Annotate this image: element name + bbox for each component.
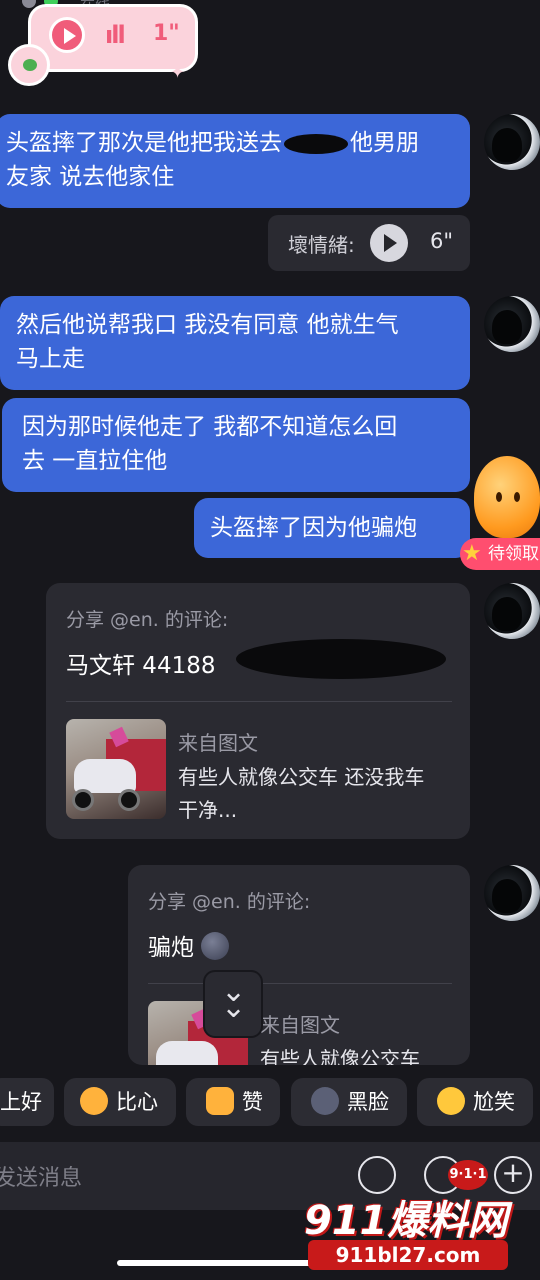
quick-reply-chip[interactable]: 比心 xyxy=(64,1078,176,1126)
message-text: 他男朋 xyxy=(350,130,419,156)
share-card-comment-text: 骗炮 xyxy=(148,935,194,961)
quick-reply-label: 上好 xyxy=(0,1090,42,1114)
watermark-brand: 911爆料网 xyxy=(304,1198,508,1244)
quick-reply-label: 黑脸 xyxy=(347,1090,389,1114)
voice-message-label: 壞情緒: xyxy=(288,233,355,257)
redaction-mark xyxy=(284,133,348,154)
voice-message-duration: 6" xyxy=(430,229,454,253)
share-card[interactable]: 分享 @en. 的评论: 马文轩 44188 来自图文 有些人就像公交车 还没我… xyxy=(46,583,470,839)
play-icon[interactable] xyxy=(370,224,408,262)
voice-sticker-duration: 1" xyxy=(153,21,180,46)
heart-hands-icon xyxy=(80,1087,108,1115)
watermark-url: 911bl27.com xyxy=(308,1240,508,1270)
avatar[interactable] xyxy=(484,114,540,170)
quick-reply-label: 赞 xyxy=(242,1090,263,1114)
avatar[interactable] xyxy=(484,583,540,639)
share-card-comment: 马文轩 44188 xyxy=(66,653,216,679)
share-card-source: 来自图文 xyxy=(178,731,258,755)
share-card-header: 分享 @en. 的评论: xyxy=(66,609,229,631)
avatar-small xyxy=(22,0,36,8)
mascot-icon[interactable] xyxy=(474,456,540,538)
awkward-laugh-icon xyxy=(437,1087,465,1115)
message-text: 去 一直拉住他 xyxy=(22,448,168,474)
message-text: 然后他说帮我口 我没有同意 他就生气 xyxy=(16,312,399,338)
quick-reply-label: 尬笑 xyxy=(473,1090,515,1114)
message-text: 马上走 xyxy=(16,346,85,372)
star-icon: ★ xyxy=(462,541,482,566)
share-card-comment: 骗炮 xyxy=(148,928,230,962)
avatar[interactable] xyxy=(484,296,540,352)
scroll-down-button[interactable]: ⌄ ⌄ xyxy=(205,972,261,1036)
avatar[interactable] xyxy=(484,865,540,921)
dark-face-icon xyxy=(201,932,230,960)
watermark-badge: 9·1·1 xyxy=(448,1160,488,1190)
share-card-header: 分享 @en. 的评论: xyxy=(148,891,311,913)
share-card-desc-line: 干净... xyxy=(178,798,238,822)
quick-reply-label: 比心 xyxy=(116,1090,158,1114)
redaction-mark xyxy=(236,639,446,679)
dark-face-icon xyxy=(311,1087,339,1115)
quick-reply-chip[interactable]: 尬笑 xyxy=(417,1078,533,1126)
divider xyxy=(148,983,452,984)
share-card-source: 来自图文 xyxy=(260,1013,340,1037)
post-thumbnail[interactable] xyxy=(66,719,166,819)
thumbs-up-icon xyxy=(206,1087,234,1115)
chevron-double-down-icon: ⌄ ⌄ xyxy=(221,974,247,1025)
waveform-icon: ıll xyxy=(105,21,126,49)
watermark-logo: 9·1·1 911爆料网 911bl27.com xyxy=(290,1160,540,1280)
quick-reply-chip[interactable]: 黑脸 xyxy=(291,1078,407,1126)
play-icon[interactable] xyxy=(49,17,85,53)
message-text: 友家 说去他家住 xyxy=(6,164,175,190)
message-input[interactable]: 发送消息 xyxy=(0,1160,82,1192)
message-text: 因为那时候他走了 我都不知道怎么回 xyxy=(22,414,398,440)
share-card-desc-line: 有些人就像公交车 xyxy=(260,1047,420,1065)
message-bubble[interactable]: 因为那时候他走了 我都不知道怎么回 去 一直拉住他 xyxy=(2,398,470,492)
share-card[interactable]: 分享 @en. 的评论: 骗炮 来自图文 有些人就像公交车 xyxy=(128,865,470,1065)
share-card-desc: 有些人就像公交车 还没我车 干净... xyxy=(178,761,424,827)
sticker-face-icon xyxy=(8,44,50,86)
quick-reply-chip[interactable]: 上好 xyxy=(0,1078,54,1126)
message-bubble[interactable]: 头盔摔了因为他骗炮 xyxy=(194,498,470,558)
quick-reply-chip[interactable]: 赞 xyxy=(186,1078,280,1126)
share-card-desc-line: 有些人就像公交车 还没我车 xyxy=(178,765,425,789)
message-text: 头盔摔了那次是他把我送去 xyxy=(6,130,282,156)
message-bubble[interactable]: 然后他说帮我口 我没有同意 他就生气 马上走 xyxy=(0,296,470,390)
message-text: 头盔摔了因为他骗炮 xyxy=(210,515,417,541)
message-bubble[interactable]: 头盔摔了那次是他把我送去 他男朋 友家 说去他家住 xyxy=(0,114,470,208)
divider xyxy=(66,701,452,702)
sparkle-icon: ✦ xyxy=(170,62,186,83)
voice-message[interactable]: 壞情緒: 6" xyxy=(268,215,470,271)
